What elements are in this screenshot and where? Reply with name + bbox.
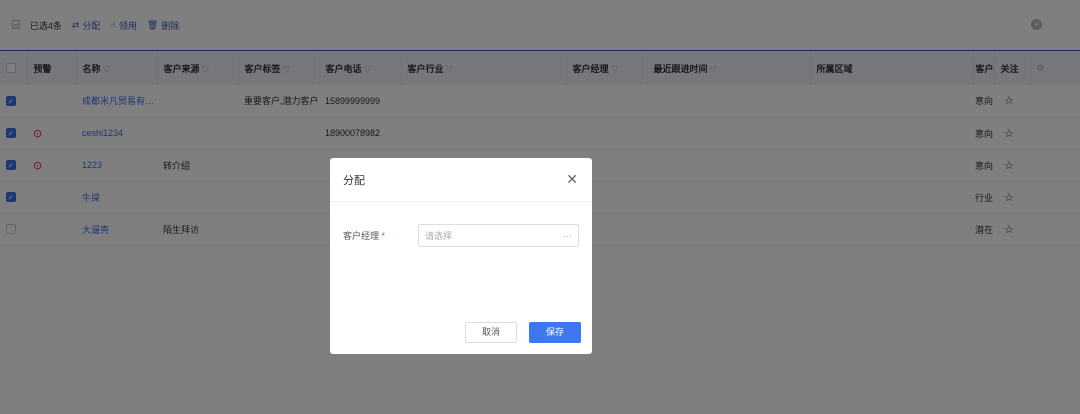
cancel-button[interactable]: 取消 (464, 322, 517, 343)
assign-dialog: 分配 ✕ 客户经理 * 请选择 ··· 取消 保存 (330, 158, 592, 354)
more-icon[interactable]: ··· (563, 231, 572, 241)
save-button[interactable]: 保存 (528, 322, 581, 343)
dialog-title: 分配 (343, 174, 365, 187)
manager-select[interactable]: 请选择 ··· (418, 224, 579, 247)
manager-label: 客户经理 * (343, 231, 386, 241)
close-icon[interactable]: ✕ (566, 171, 578, 188)
